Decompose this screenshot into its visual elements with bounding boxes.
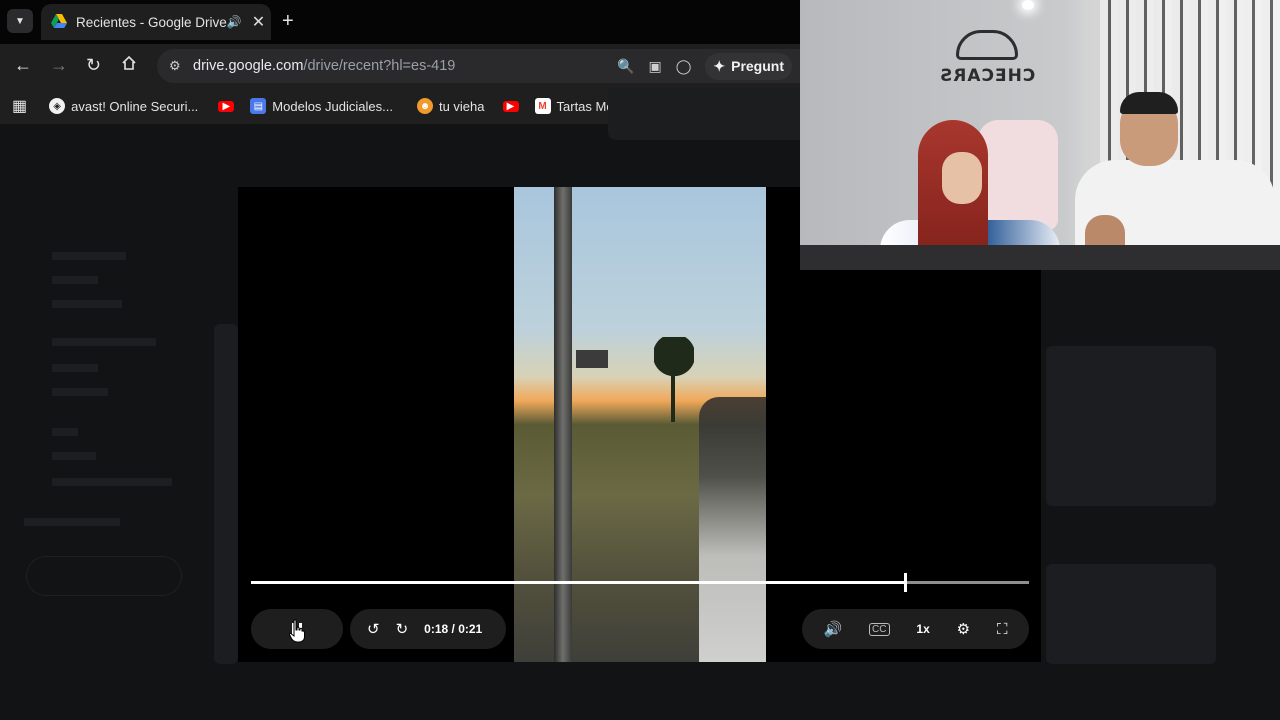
ask-button[interactable]: ✦ Pregunt [705, 52, 792, 80]
chevron-down-icon: ▼ [15, 15, 25, 27]
address-bar[interactable]: ⚙ drive.google.com/drive/recent?hl=es-41… [157, 49, 800, 83]
get-storage-button[interactable] [26, 556, 182, 596]
person-right [1075, 90, 1275, 270]
sidebar-item [52, 338, 156, 346]
lens-icon[interactable]: ◯ [676, 58, 692, 75]
video-pole [554, 187, 572, 662]
new-tab-icon[interactable]: + [282, 10, 294, 33]
tab-search-button[interactable]: ▼ [7, 9, 33, 33]
storage-text [24, 518, 120, 526]
browser-toolbar: ← → ↻ ⚙ drive.google.com/drive/recent?hl… [0, 44, 800, 88]
forward-10-icon[interactable]: ↻ [396, 620, 409, 638]
youtube-icon: ▶ [218, 100, 235, 112]
drive-sidebar [0, 124, 200, 720]
sidebar-item [52, 364, 98, 372]
zoom-icon[interactable]: 🔍 [617, 58, 634, 75]
rewind-10-icon[interactable]: ↺ [367, 620, 380, 638]
gmail-icon: M [534, 98, 551, 114]
sidebar-item [52, 478, 172, 486]
sidebar-item [52, 388, 108, 396]
time-display: 0:18 / 0:21 [424, 622, 483, 636]
video-crowd [699, 397, 766, 662]
active-tab[interactable]: Recientes - Google Drive 🔊 ✕ [41, 4, 271, 40]
ceiling-light [1022, 0, 1034, 10]
bookmark-avast[interactable]: ◈ avast! Online Securi... [49, 98, 198, 114]
player-settings-controls: 🔊 CC 1x ⚙ ⛶ [802, 609, 1029, 649]
sidebar-item [52, 252, 126, 260]
back-icon[interactable]: ← [14, 55, 32, 76]
reload-icon[interactable]: ↻ [86, 55, 101, 76]
file-thumbnail[interactable] [1046, 346, 1216, 506]
sparkle-icon: ✦ [713, 57, 726, 74]
reddit-icon: ☻ [416, 98, 433, 114]
video-sign [576, 350, 608, 368]
apps-grid-icon[interactable]: ▦ [12, 96, 27, 116]
logo-text: CHECARS [938, 66, 1036, 86]
playback-speed-button[interactable]: 1x [916, 622, 929, 636]
video-frame[interactable] [514, 187, 766, 662]
tab-title: Recientes - Google Drive [76, 14, 227, 30]
bookmark-youtube-2[interactable]: ▶ [502, 100, 525, 112]
progress-handle[interactable] [903, 573, 907, 592]
webcam-overlay: CHECARS [800, 0, 1280, 270]
sidebar-item [52, 276, 98, 284]
time-controls: ↺ ↻ 0:18 / 0:21 [350, 609, 506, 649]
webcam-floor [800, 245, 1280, 270]
site-info-icon[interactable]: ⚙ [169, 58, 189, 74]
settings-gear-icon[interactable]: ⚙ [957, 620, 970, 638]
bookmark-modelos[interactable]: ▤ Modelos Judiciales... [250, 98, 393, 114]
doc-icon: ▤ [250, 98, 267, 114]
bookmark-youtube[interactable]: ▶ [218, 100, 240, 112]
sidebar-item [52, 300, 122, 308]
close-icon[interactable]: ✕ [252, 12, 265, 32]
captions-icon[interactable]: CC [869, 622, 890, 636]
speaker-icon[interactable]: 🔊 [227, 15, 242, 29]
url-text: drive.google.com/drive/recent?hl=es-419 [193, 58, 456, 74]
tab-strip: ▼ Recientes - Google Drive 🔊 ✕ + [0, 0, 800, 44]
volume-icon[interactable]: 🔊 [823, 620, 842, 638]
file-thumbnail[interactable] [1046, 564, 1216, 664]
progress-fill [251, 581, 905, 584]
forward-icon[interactable]: → [50, 55, 68, 76]
sidebar-item [52, 452, 96, 460]
car-logo-icon [956, 30, 1018, 60]
fullscreen-icon[interactable]: ⛶ [997, 621, 1008, 638]
progress-bar[interactable] [251, 573, 1029, 592]
home-icon[interactable] [121, 55, 137, 76]
hand-cursor-icon [289, 619, 305, 643]
notification-panel [608, 88, 800, 140]
video-trunk [671, 372, 675, 422]
bookmark-tu-vieha[interactable]: ☻ tu vieha [416, 98, 485, 114]
file-thumbnail[interactable] [214, 324, 238, 664]
install-app-icon[interactable]: ▣ [648, 58, 661, 75]
avast-icon: ◈ [49, 98, 66, 114]
youtube-icon: ▶ [502, 100, 519, 112]
sidebar-item [52, 428, 78, 436]
wall-logo: CHECARS [939, 30, 1035, 102]
drive-logo-icon [51, 13, 67, 31]
